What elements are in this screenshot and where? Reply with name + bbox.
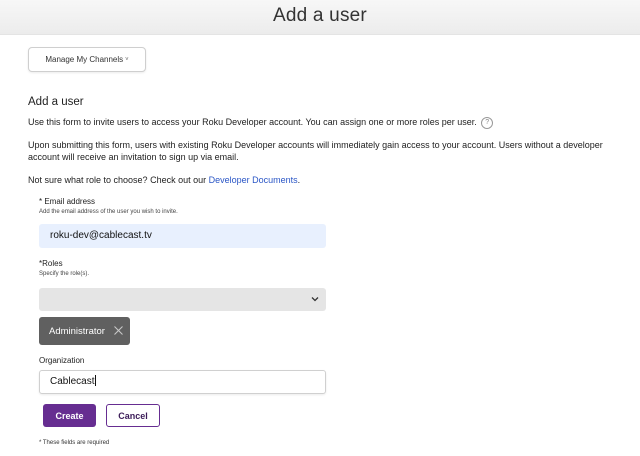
section-title: Add a user — [28, 96, 84, 108]
developer-documents-link[interactable]: Developer Documents — [209, 175, 298, 185]
intro-text-body: Use this form to invite users to access … — [28, 117, 477, 127]
email-help: Add the email address of the user you wi… — [39, 209, 178, 215]
organization-label: Organization — [39, 356, 85, 365]
role-tag-label: Administrator — [49, 325, 105, 337]
manage-channels-label: Manage My Channels — [45, 55, 124, 64]
submit-note: Upon submitting this form, users with ex… — [28, 140, 603, 162]
roles-select[interactable] — [39, 288, 326, 311]
manage-channels-button[interactable]: Manage My Channels ˅ — [28, 47, 146, 72]
role-tag-administrator: Administrator — [39, 317, 130, 345]
page-title: Add a user — [273, 5, 367, 26]
email-field[interactable]: roku-dev@cablecast.tv — [39, 224, 326, 248]
organization-value: Cablecast — [50, 376, 95, 387]
text-caret — [95, 375, 97, 386]
role-prompt-text: Not sure what role to choose? Check out … — [28, 175, 209, 185]
create-button[interactable]: Create — [43, 404, 96, 427]
cancel-button[interactable]: Cancel — [106, 404, 160, 427]
required-note: * These fields are required — [39, 440, 110, 446]
intro-text: Use this form to invite users to access … — [28, 116, 618, 129]
roles-help: Specify the role(s). — [39, 271, 90, 277]
role-prompt: Not sure what role to choose? Check out … — [28, 174, 618, 186]
chevron-down-icon: ˅ — [125, 56, 129, 63]
role-prompt-end: . — [297, 175, 301, 185]
page-header: Add a user — [0, 0, 640, 35]
organization-field[interactable]: Cablecast — [39, 370, 326, 394]
chevron-down-icon — [311, 297, 319, 302]
email-label: * Email address — [39, 197, 96, 206]
help-icon[interactable]: ? — [481, 116, 494, 129]
roles-label: *Roles — [39, 259, 63, 268]
close-icon[interactable] — [113, 325, 124, 336]
